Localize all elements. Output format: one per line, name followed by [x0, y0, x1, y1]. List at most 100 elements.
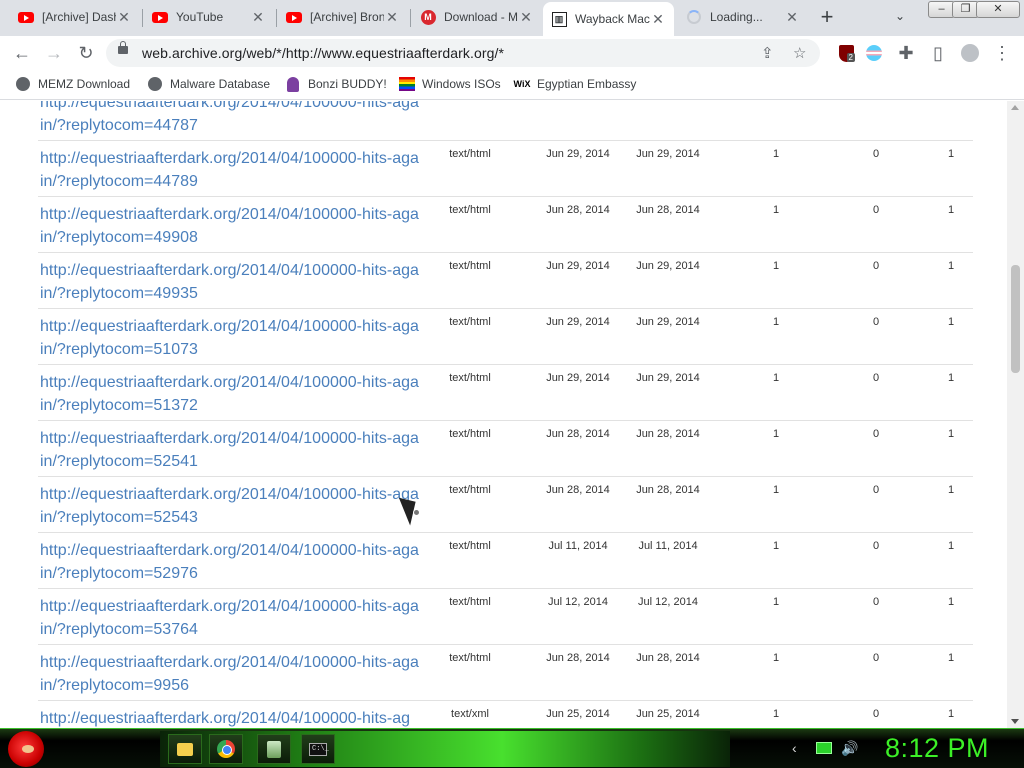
wix-icon: WiX: [513, 79, 531, 89]
taskbar-clock[interactable]: 8:12 PM: [885, 733, 989, 764]
forward-button[interactable]: →: [41, 40, 67, 66]
tab-search-chevron-icon[interactable]: ⌄: [895, 9, 905, 23]
result-url-link[interactable]: http://equestriaafterdark.org/2014/04/10…: [40, 315, 420, 361]
new-tab-button[interactable]: +: [815, 6, 839, 30]
mime-type-cell: text/html: [449, 148, 491, 160]
to-date-cell: Jun 28, 2014: [636, 652, 700, 664]
start-button-angry-bird-icon[interactable]: [8, 731, 44, 767]
globe-icon: [15, 76, 31, 92]
from-date-cell: Jun 29, 2014: [546, 372, 610, 384]
lock-icon[interactable]: [118, 41, 128, 54]
from-date-cell: Jul 11, 2014: [548, 540, 608, 552]
result-url-link[interactable]: http://equestriaafterdark.org/2014/04/10…: [40, 203, 420, 249]
duplicates-cell: 0: [872, 204, 880, 216]
profile-avatar-icon[interactable]: [957, 40, 983, 66]
scroll-up-arrow-icon[interactable]: [1011, 105, 1019, 110]
extension-icon[interactable]: [861, 40, 887, 66]
tab-title: [Archive] Brony: [310, 10, 384, 24]
back-button[interactable]: ←: [9, 40, 35, 66]
result-url-link[interactable]: http://equestriaafterdark.org/2014/04/10…: [40, 101, 420, 137]
tab-title: Wayback Machine: [575, 12, 650, 26]
tab-close-icon[interactable]: ✕: [784, 9, 800, 26]
minimize-button[interactable]: –: [928, 1, 955, 18]
tab-archive-brony[interactable]: [Archive] Brony ✕: [278, 0, 408, 34]
tab-close-icon[interactable]: ✕: [518, 9, 534, 26]
address-bar[interactable]: web.archive.org/web/*/http://www.equestr…: [106, 39, 820, 67]
url-text[interactable]: web.archive.org/web/*/http://www.equestr…: [142, 45, 504, 61]
taskbar-recycle-bin-button[interactable]: [257, 734, 291, 764]
tab-close-icon[interactable]: ✕: [650, 11, 666, 28]
tab-separator: [276, 9, 277, 27]
share-icon[interactable]: ⇪: [761, 44, 774, 62]
uniques-cell: 1: [947, 372, 955, 384]
busy-indicator-icon: [413, 509, 420, 516]
chrome-icon: [217, 740, 235, 758]
taskbar-glow: [160, 731, 730, 767]
taskbar-folder-button[interactable]: [168, 734, 202, 764]
taskbar-chrome-button[interactable]: [209, 734, 243, 764]
bonzi-icon: [285, 76, 301, 92]
result-url-link[interactable]: http://equestriaafterdark.org/2014/04/10…: [40, 595, 420, 641]
restore-button[interactable]: ❐: [952, 1, 979, 18]
tab-wayback-machine[interactable]: ▥ Wayback Machine ✕: [543, 2, 674, 36]
tab-close-icon[interactable]: ✕: [116, 9, 132, 26]
youtube-icon: [152, 9, 168, 25]
wayback-results-page: http://equestriaafterdark.org/2014/04/10…: [0, 101, 1007, 728]
bookmark-star-icon[interactable]: ☆: [793, 44, 806, 62]
tab-youtube[interactable]: YouTube ✕: [144, 0, 274, 34]
duplicates-cell: 0: [872, 148, 880, 160]
captures-cell: 1: [772, 260, 780, 272]
tab-title: Download - MEGA: [444, 10, 518, 24]
scroll-thumb[interactable]: [1011, 265, 1020, 373]
tab-close-icon[interactable]: ✕: [384, 9, 400, 26]
to-date-cell: Jun 25, 2014: [636, 708, 700, 720]
captures-cell: 1: [772, 596, 780, 608]
duplicates-cell: 0: [872, 428, 880, 440]
uniques-cell: 1: [947, 428, 955, 440]
page-scrollbar[interactable]: [1007, 101, 1024, 728]
bookmark-malware-database[interactable]: Malware Database: [147, 76, 270, 92]
network-icon[interactable]: [816, 742, 832, 754]
tab-download-mega[interactable]: M Download - MEGA ✕: [412, 0, 542, 34]
table-row: http://equestriaafterdark.org/2014/04/10…: [38, 197, 973, 253]
bookmark-memz-download[interactable]: MEMZ Download: [15, 76, 130, 92]
table-row-partial: http://equestriaafterdark.org/2014/04/10…: [38, 101, 973, 141]
to-date-cell: Jun 29, 2014: [636, 260, 700, 272]
scroll-down-arrow-icon[interactable]: [1011, 719, 1019, 724]
volume-icon[interactable]: 🔊: [841, 740, 858, 757]
side-panel-icon[interactable]: ▯: [925, 40, 951, 66]
from-date-cell: Jun 28, 2014: [546, 652, 610, 664]
command-prompt-icon: C:\_: [309, 742, 329, 756]
close-window-button[interactable]: ✕: [976, 1, 1020, 18]
from-date-cell: Jun 28, 2014: [546, 428, 610, 440]
reload-button[interactable]: ↻: [73, 40, 99, 66]
puzzle-extensions-icon[interactable]: ✚: [893, 40, 919, 66]
result-url-link[interactable]: http://equestriaafterdark.org/2014/04/10…: [40, 483, 420, 529]
result-url-link[interactable]: http://equestriaafterdark.org/2014/04/10…: [40, 539, 420, 585]
uniques-cell: 1: [947, 260, 955, 272]
taskbar-cmd-button[interactable]: C:\_: [301, 734, 335, 764]
uniques-cell: 1: [947, 148, 955, 160]
captures-cell: 1: [772, 428, 780, 440]
duplicates-cell: 0: [872, 484, 880, 496]
duplicates-cell: 0: [872, 260, 880, 272]
uniques-cell: 1: [947, 708, 955, 720]
browser-toolbar: ← → ↻ web.archive.org/web/*/http://www.e…: [0, 36, 1024, 70]
ublock-extension-icon[interactable]: 2: [833, 40, 859, 66]
result-url-link[interactable]: http://equestriaafterdark.org/2014/04/10…: [40, 427, 420, 473]
tab-close-icon[interactable]: ✕: [250, 9, 266, 26]
bookmark-bonzi-buddy[interactable]: Bonzi BUDDY!: [285, 76, 387, 92]
result-url-link[interactable]: http://equestriaafterdark.org/2014/04/10…: [40, 707, 420, 728]
result-url-link[interactable]: http://equestriaafterdark.org/2014/04/10…: [40, 259, 420, 305]
bookmark-egyptian-embassy[interactable]: WiX Egyptian Embassy: [513, 76, 637, 92]
result-url-link[interactable]: http://equestriaafterdark.org/2014/04/10…: [40, 651, 420, 697]
to-date-cell: Jun 28, 2014: [636, 428, 700, 440]
mime-type-cell: text/html: [449, 652, 491, 664]
menu-kebab-icon[interactable]: ⋮: [989, 40, 1015, 66]
result-url-link[interactable]: http://equestriaafterdark.org/2014/04/10…: [40, 147, 420, 193]
tab-archive-dash[interactable]: [Archive] Dash ✕: [10, 0, 140, 34]
result-url-link[interactable]: http://equestriaafterdark.org/2014/04/10…: [40, 371, 420, 417]
tab-loading[interactable]: Loading... ✕: [678, 0, 808, 34]
tray-chevron-icon[interactable]: ‹: [792, 740, 797, 756]
bookmark-windows-isos[interactable]: Windows ISOs: [399, 76, 501, 92]
